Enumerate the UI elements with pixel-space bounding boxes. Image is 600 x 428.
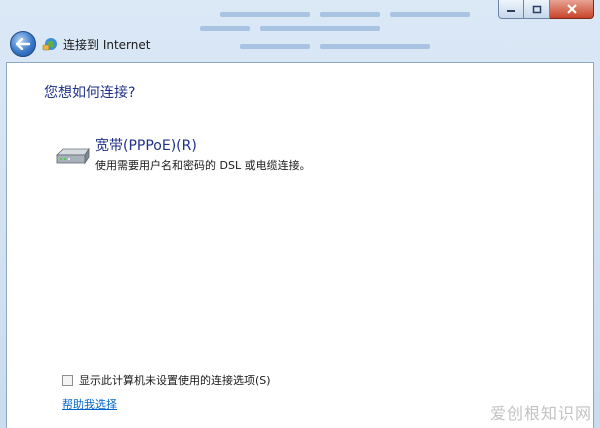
watermark: 爱创根知识网: [489, 404, 592, 423]
window-title: 连接到 Internet: [63, 38, 151, 52]
page-heading: 您想如何连接?: [44, 85, 136, 101]
back-arrow-icon: [16, 38, 30, 50]
close-button[interactable]: [550, 0, 594, 19]
minimize-button[interactable]: [498, 0, 524, 19]
broadband-pppoe-option[interactable]: 宽带(PPPoE)(R) 使用需要用户名和密码的 DSL 或电缆连接。: [55, 135, 415, 177]
close-icon: [566, 4, 577, 14]
connect-to-internet-window: 连接到 Internet 您想如何连接? 宽带(PPPoE)(R) 使用需要用户…: [0, 0, 600, 428]
modem-icon: [56, 147, 90, 165]
back-button[interactable]: [10, 31, 36, 57]
option-description: 使用需要用户名和密码的 DSL 或电缆连接。: [95, 159, 311, 172]
window-controls: [498, 0, 594, 20]
checkbox-label: 显示此计算机未设置使用的连接选项(S): [79, 374, 271, 387]
help-me-choose-link[interactable]: 帮助我选择: [62, 396, 117, 412]
minimize-icon: [507, 10, 515, 12]
content-panel: 您想如何连接? 宽带(PPPoE)(R) 使用需要用户名和密码的 DSL 或电缆…: [6, 62, 594, 428]
network-globe-icon: [42, 38, 57, 51]
maximize-button[interactable]: [524, 0, 550, 19]
show-unconfigured-options-row[interactable]: 显示此计算机未设置使用的连接选项(S): [62, 372, 271, 388]
navigation-bar: 连接到 Internet: [0, 26, 600, 62]
maximize-icon: [532, 5, 541, 13]
option-title: 宽带(PPPoE)(R): [95, 138, 197, 154]
show-unconfigured-options-checkbox[interactable]: [62, 374, 73, 386]
